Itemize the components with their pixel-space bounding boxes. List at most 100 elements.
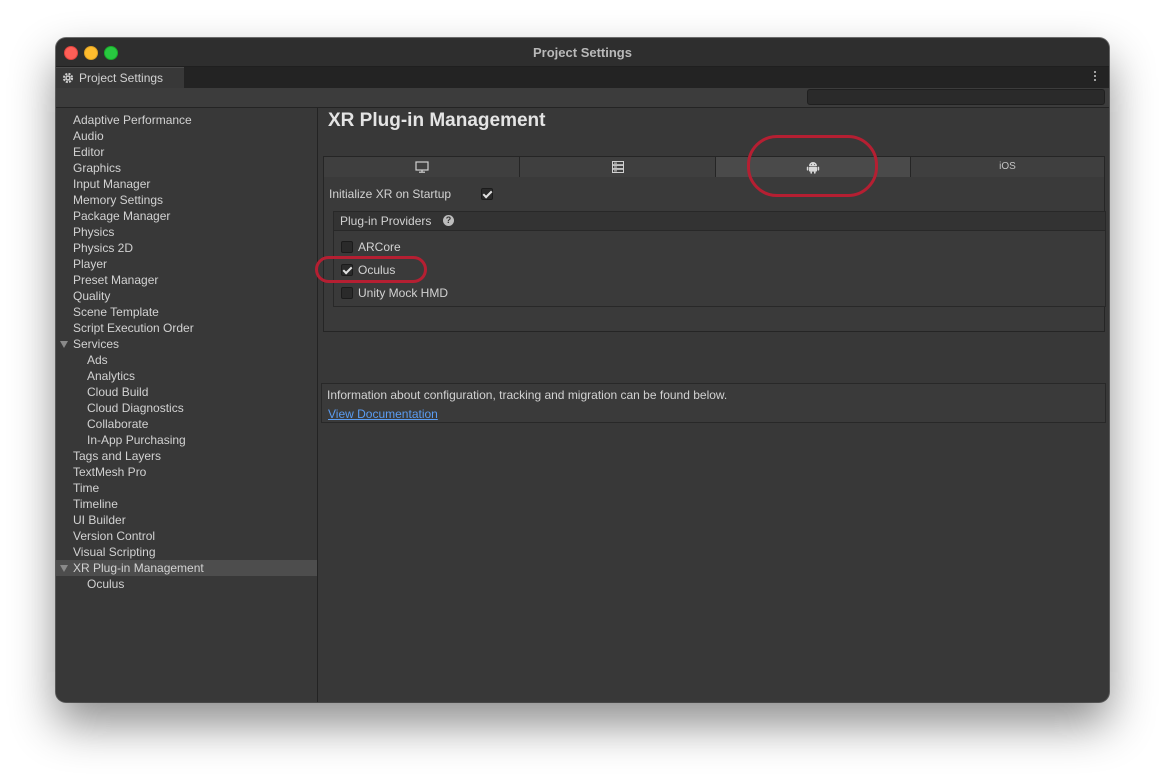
sidebar-item-label: Preset Manager [73, 273, 159, 287]
sidebar-item-memory-settings[interactable]: Memory Settings [56, 192, 317, 208]
sidebar-item-label: Time [73, 481, 100, 495]
title-bar: Project Settings [56, 38, 1109, 67]
sidebar-item-label: XR Plug-in Management [73, 561, 204, 575]
expand-arrow-icon[interactable] [60, 341, 68, 348]
tab-ios[interactable]: iOS [911, 157, 1104, 177]
sidebar-item-label: Services [73, 337, 120, 351]
sidebar-item-cloud-diagnostics[interactable]: Cloud Diagnostics [56, 400, 317, 416]
plugin-providers-header: Plug-in Providers ? [334, 212, 1105, 231]
sidebar-item-physics-2d[interactable]: Physics 2D [56, 240, 317, 256]
sidebar-item-in-app-purchasing[interactable]: In-App Purchasing [56, 432, 317, 448]
sidebar-item-label: Input Manager [73, 177, 151, 191]
sidebar-item-label: Memory Settings [73, 193, 164, 207]
search-bar [56, 88, 1109, 108]
sidebar-item-oculus[interactable]: Oculus [56, 576, 317, 592]
expand-arrow-icon[interactable] [60, 565, 68, 572]
sidebar-item-label: Cloud Diagnostics [87, 401, 184, 415]
provider-label-unity-mock-hmd: Unity Mock HMD [358, 286, 449, 300]
main-panel: XR Plug-in Management iOS Initialize XR … [318, 108, 1109, 702]
sidebar-item-label: Physics 2D [73, 241, 134, 255]
sidebar-item-cloud-build[interactable]: Cloud Build [56, 384, 317, 400]
sidebar-item-ads[interactable]: Ads [56, 352, 317, 368]
sidebar-item-label: In-App Purchasing [87, 433, 186, 447]
tab-ios-label: iOS [999, 161, 1016, 172]
sidebar-item-label: Script Execution Order [73, 321, 194, 335]
info-text: Information about configuration, trackin… [327, 388, 728, 402]
sidebar-item-label: TextMesh Pro [73, 465, 147, 479]
sidebar-item-version-control[interactable]: Version Control [56, 528, 317, 544]
sidebar-item-textmesh-pro[interactable]: TextMesh Pro [56, 464, 317, 480]
sidebar-item-label: Quality [73, 289, 111, 303]
android-icon [806, 162, 820, 174]
sidebar-item-label: Cloud Build [87, 385, 149, 399]
sidebar-item-label: Version Control [73, 529, 156, 543]
sidebar-item-xr-plug-in-management[interactable]: XR Plug-in Management [56, 560, 317, 576]
sidebar-item-preset-manager[interactable]: Preset Manager [56, 272, 317, 288]
sidebar-item-timeline[interactable]: Timeline [56, 496, 317, 512]
sidebar-item-label: Scene Template [73, 305, 159, 319]
tab-standalone[interactable] [324, 157, 520, 177]
server-icon [611, 161, 624, 173]
sidebar-item-label: Visual Scripting [73, 545, 156, 559]
window-title: Project Settings [533, 45, 632, 60]
sidebar-item-label: Analytics [87, 369, 136, 383]
sidebar-item-collaborate[interactable]: Collaborate [56, 416, 317, 432]
sidebar-item-audio[interactable]: Audio [56, 128, 317, 144]
sidebar-item-physics[interactable]: Physics [56, 224, 317, 240]
sidebar-item-adaptive-performance[interactable]: Adaptive Performance [56, 112, 317, 128]
sidebar-item-services[interactable]: Services [56, 336, 317, 352]
more-options-icon[interactable] [1094, 71, 1097, 83]
window-tab-strip: Project Settings [56, 67, 1109, 88]
sidebar-item-label: Editor [73, 145, 105, 159]
project-settings-window: Project Settings Project Settings Adapti… [56, 38, 1109, 702]
monitor-icon [414, 161, 429, 173]
help-icon[interactable]: ? [443, 215, 454, 226]
tab-server[interactable] [520, 157, 716, 177]
sidebar-item-analytics[interactable]: Analytics [56, 368, 317, 384]
plugin-providers-panel: Plug-in Providers ? ARCore Oculus Unity … [333, 211, 1106, 307]
sidebar-item-package-manager[interactable]: Package Manager [56, 208, 317, 224]
sidebar-item-label: UI Builder [73, 513, 126, 527]
plugin-providers-title: Plug-in Providers [340, 214, 432, 228]
sidebar-item-label: Graphics [73, 161, 122, 175]
provider-label-arcore: ARCore [358, 240, 401, 254]
sidebar-item-scene-template[interactable]: Scene Template [56, 304, 317, 320]
sidebar-item-label: Timeline [73, 497, 118, 511]
sidebar-item-label: Adaptive Performance [73, 113, 192, 127]
gear-icon [62, 72, 74, 84]
sidebar-item-ui-builder[interactable]: UI Builder [56, 512, 317, 528]
sidebar-item-label: Audio [73, 129, 104, 143]
provider-label-oculus: Oculus [358, 263, 396, 277]
sidebar-item-time[interactable]: Time [56, 480, 317, 496]
provider-checkbox-unity-mock-hmd[interactable] [341, 287, 353, 299]
sidebar-item-label: Collaborate [87, 417, 149, 431]
tab-label: Project Settings [79, 71, 164, 85]
search-input[interactable] [807, 89, 1105, 105]
sidebar-item-label: Physics [73, 225, 115, 239]
view-documentation-link[interactable]: View Documentation [328, 407, 438, 421]
sidebar-item-label: Ads [87, 353, 108, 367]
sidebar-item-player[interactable]: Player [56, 256, 317, 272]
platform-tabs: iOS [323, 156, 1105, 178]
sidebar-item-script-execution-order[interactable]: Script Execution Order [56, 320, 317, 336]
sidebar-item-label: Package Manager [73, 209, 171, 223]
documentation-info-box: Information about configuration, trackin… [321, 383, 1106, 423]
init-xr-label: Initialize XR on Startup [329, 187, 452, 201]
provider-checkbox-oculus[interactable] [341, 264, 353, 276]
tab-android[interactable] [716, 157, 911, 177]
sidebar-item-label: Player [73, 257, 108, 271]
page-title: XR Plug-in Management [328, 110, 546, 131]
sidebar-item-input-manager[interactable]: Input Manager [56, 176, 317, 192]
platform-tab-content: Initialize XR on Startup Plug-in Provide… [323, 177, 1106, 332]
sidebar-item-tags-and-layers[interactable]: Tags and Layers [56, 448, 317, 464]
sidebar-item-label: Oculus [87, 577, 125, 591]
sidebar-item-graphics[interactable]: Graphics [56, 160, 317, 176]
sidebar-item-label: Tags and Layers [73, 449, 162, 463]
sidebar-item-quality[interactable]: Quality [56, 288, 317, 304]
tab-project-settings[interactable]: Project Settings [56, 67, 184, 88]
init-xr-checkbox[interactable] [481, 188, 493, 200]
sidebar-item-editor[interactable]: Editor [56, 144, 317, 160]
sidebar-item-visual-scripting[interactable]: Visual Scripting [56, 544, 317, 560]
provider-checkbox-arcore[interactable] [341, 241, 353, 253]
settings-sidebar: Adaptive Performance Audio Editor Graphics I… [56, 108, 318, 702]
